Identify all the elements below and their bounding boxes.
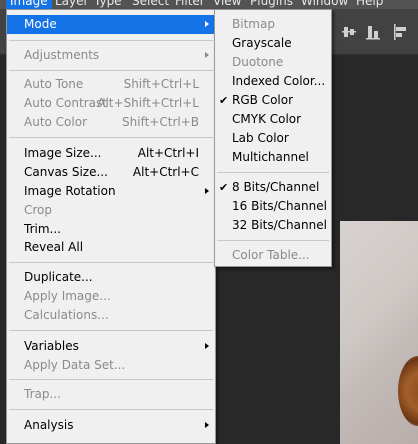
menu-filter[interactable]: Filter (175, 0, 205, 9)
menu-item-label: Apply Data Set... (24, 358, 126, 372)
menu-item-label: Lab Color (232, 131, 289, 145)
menu-item-calculations[interactable]: Calculations... (7, 306, 215, 325)
menu-item-label: Multichannel (232, 150, 309, 164)
menu-select[interactable]: Select (132, 0, 169, 9)
menu-item-label: Image Rotation (24, 184, 116, 198)
menu-separator (9, 137, 213, 138)
menu-item-duotone[interactable]: Duotone (215, 53, 331, 72)
menu-item-shortcut: Alt+Ctrl+C (132, 165, 199, 179)
menu-item-label: Apply Image... (24, 289, 111, 303)
menu-item-label: Adjustments (24, 48, 100, 62)
menu-item-label: Auto Contrast (24, 96, 107, 110)
menu-item-lab-color[interactable]: Lab Color (215, 129, 331, 148)
menu-item-rgb-color[interactable]: ✔ RGB Color (215, 91, 331, 110)
menu-item-color-table[interactable]: Color Table... (215, 246, 331, 265)
menu-separator (9, 262, 213, 263)
menu-item-label: Mode (24, 17, 57, 31)
menu-separator (9, 409, 213, 410)
menu-item-shortcut: Shift+Ctrl+L (123, 77, 199, 91)
menu-item-8-bits[interactable]: ✔ 8 Bits/Channel (215, 178, 331, 197)
menu-item-label: Calculations... (24, 308, 109, 322)
menu-item-duplicate[interactable]: Duplicate... (7, 268, 215, 287)
menu-item-label: Trap... (24, 387, 61, 401)
menu-view[interactable]: View (213, 0, 241, 9)
submenu-arrow-icon (205, 343, 209, 349)
menu-item-grayscale[interactable]: Grayscale (215, 34, 331, 53)
menu-item-label: Bitmap (232, 17, 275, 31)
menu-item-label: Canvas Size... (24, 165, 108, 179)
menu-item-label: 32 Bits/Channel (232, 218, 327, 232)
menu-item-label: Grayscale (232, 36, 292, 50)
menu-item-apply-data-set[interactable]: Apply Data Set... (7, 356, 215, 375)
menu-image[interactable]: Image (6, 0, 52, 9)
menu-item-apply-image[interactable]: Apply Image... (7, 287, 215, 306)
menu-item-label: Duotone (232, 55, 284, 69)
menu-separator (217, 172, 329, 173)
menu-item-image-size[interactable]: Image Size... Alt+Ctrl+I (7, 144, 215, 163)
menu-item-shortcut: Alt+Shift+Ctrl+L (97, 96, 199, 110)
menu-item-label: Crop (24, 203, 53, 217)
checkmark-icon: ✔ (219, 94, 229, 107)
menu-item-shortcut: Alt+Ctrl+I (137, 146, 199, 160)
submenu-arrow-icon (205, 188, 209, 194)
submenu-arrow-icon (205, 21, 209, 27)
menu-layer[interactable]: Layer (55, 0, 88, 9)
menu-item-variables[interactable]: Variables (7, 337, 215, 356)
menu-item-label: RGB Color (232, 93, 294, 107)
mode-submenu: Bitmap Grayscale Duotone Indexed Color..… (214, 9, 332, 267)
menu-item-label: Auto Tone (24, 77, 84, 91)
menu-bar: Image Layer Type Select Filter View Plug… (0, 0, 418, 9)
submenu-arrow-icon (205, 422, 209, 428)
menu-item-analysis[interactable]: Analysis (7, 416, 215, 435)
menu-plugins[interactable]: Plugins (250, 0, 293, 9)
menu-item-indexed-color[interactable]: Indexed Color... (215, 72, 331, 91)
menu-item-bitmap[interactable]: Bitmap (215, 15, 331, 34)
checkmark-icon: ✔ (219, 181, 229, 194)
menu-item-32-bits[interactable]: 32 Bits/Channel (215, 216, 331, 235)
menu-item-reveal-all[interactable]: Reveal All (7, 238, 215, 257)
menu-item-adjustments[interactable]: Adjustments (7, 46, 215, 65)
menu-item-mode[interactable]: Mode (7, 15, 215, 34)
menu-item-shortcut: Shift+Ctrl+B (122, 115, 199, 129)
menu-separator (217, 240, 329, 241)
menu-item-trap[interactable]: Trap... (7, 385, 215, 404)
menu-item-auto-contrast[interactable]: Auto Contrast Alt+Shift+Ctrl+L (7, 94, 215, 113)
menu-separator (9, 379, 213, 380)
menu-help[interactable]: Help (356, 0, 383, 9)
menu-type[interactable]: Type (94, 0, 122, 9)
menu-window[interactable]: Window (301, 0, 348, 9)
menu-item-label: 8 Bits/Channel (232, 180, 320, 194)
menu-separator (9, 330, 213, 331)
align-bottom-icon[interactable] (366, 24, 380, 40)
align-left-icon[interactable] (394, 24, 408, 40)
menu-item-canvas-size[interactable]: Canvas Size... Alt+Ctrl+C (7, 163, 215, 182)
menu-separator (9, 70, 213, 71)
menu-item-label: Indexed Color... (232, 74, 326, 88)
align-vertical-center-icon[interactable] (342, 24, 356, 40)
menu-item-label: Color Table... (232, 248, 310, 262)
menu-item-trim[interactable]: Trim... (7, 220, 215, 239)
menu-item-cmyk-color[interactable]: CMYK Color (215, 110, 331, 129)
menu-item-auto-color[interactable]: Auto Color Shift+Ctrl+B (7, 113, 215, 132)
menu-item-label: Duplicate... (24, 270, 93, 284)
menu-item-16-bits[interactable]: 16 Bits/Channel (215, 197, 331, 216)
menu-item-label: Analysis (24, 418, 74, 432)
menu-item-label: CMYK Color (232, 112, 302, 126)
menu-item-crop[interactable]: Crop (7, 201, 215, 220)
image-menu: Mode Adjustments Auto Tone Shift+Ctrl+L … (6, 9, 216, 444)
menu-item-multichannel[interactable]: Multichannel (215, 148, 331, 167)
menu-item-label: Auto Color (24, 115, 88, 129)
menu-item-label: 16 Bits/Channel (232, 199, 327, 213)
canvas-image[interactable] (340, 221, 418, 444)
menu-item-label: Reveal All (24, 240, 84, 254)
menu-item-label: Trim... (24, 222, 61, 236)
image-subject (398, 356, 418, 426)
menu-item-image-rotation[interactable]: Image Rotation (7, 182, 215, 201)
menu-item-auto-tone[interactable]: Auto Tone Shift+Ctrl+L (7, 75, 215, 94)
menu-item-label: Variables (24, 339, 79, 353)
menu-item-label: Image Size... (24, 146, 102, 160)
submenu-arrow-icon (205, 52, 209, 58)
menu-separator (9, 40, 213, 41)
